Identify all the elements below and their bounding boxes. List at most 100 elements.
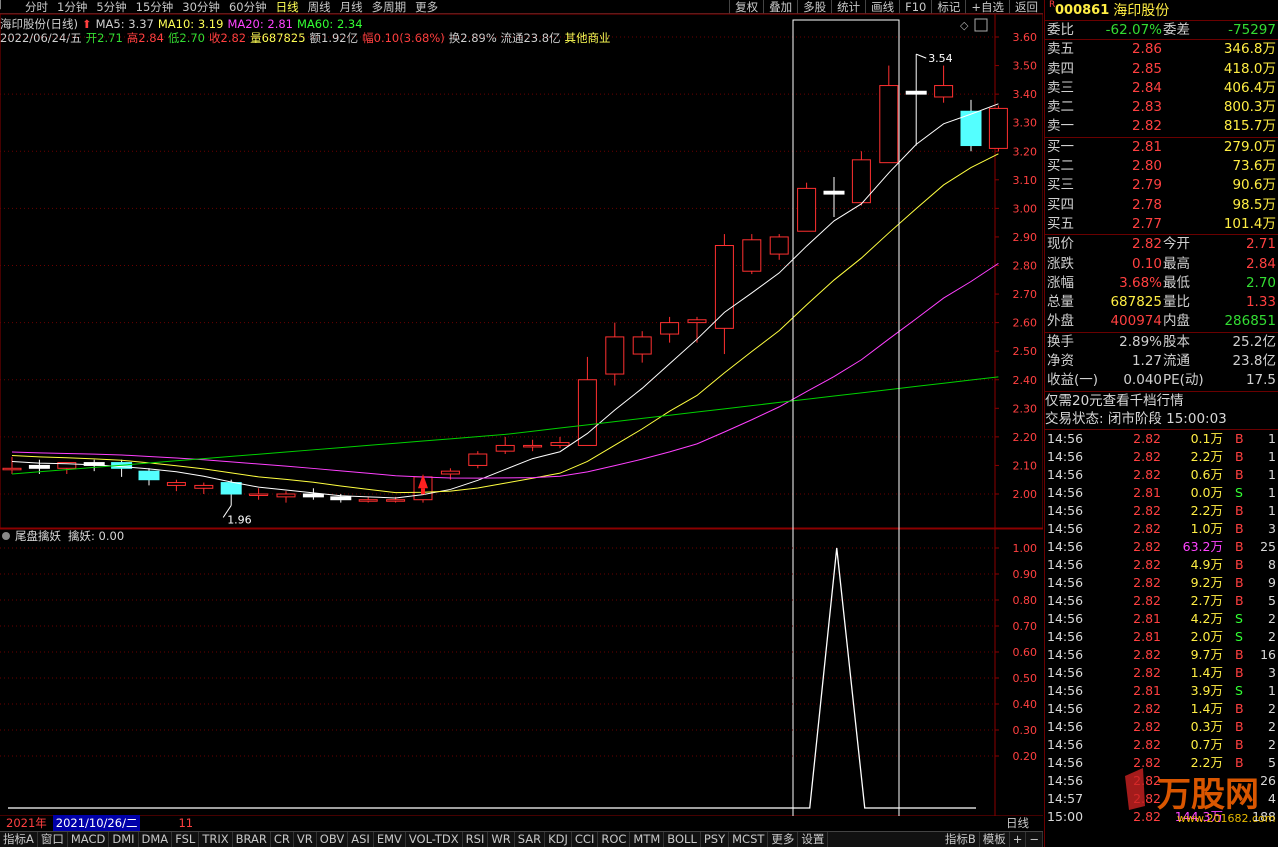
tick-volume: 63.2万 bbox=[1182, 539, 1223, 555]
indicator-tab[interactable]: SAR bbox=[515, 832, 546, 847]
candle-body-up[interactable] bbox=[879, 85, 899, 164]
tick-row: 14:56 2.82 4.9万 B 8 bbox=[1045, 556, 1278, 574]
candle-body-up[interactable] bbox=[687, 319, 707, 324]
bids-row[interactable]: 买三 2.79 90.6万 bbox=[1045, 176, 1278, 195]
indicator-tab[interactable]: BRAR bbox=[233, 832, 271, 847]
candle-body-up[interactable] bbox=[797, 187, 817, 232]
diamond-icon[interactable]: ◇ bbox=[960, 19, 969, 32]
indicator-tab[interactable]: FSL bbox=[172, 832, 200, 847]
candle-body-up[interactable] bbox=[632, 336, 652, 355]
indicator-tab[interactable]: EMV bbox=[374, 832, 406, 847]
candle-body-up[interactable] bbox=[166, 482, 186, 486]
candle-body-up[interactable] bbox=[249, 493, 269, 496]
indicator-tab[interactable]: CCI bbox=[572, 832, 599, 847]
asks-row[interactable]: 卖二 2.83 800.3万 bbox=[1045, 98, 1278, 117]
asks-row[interactable]: 卖五 2.86 346.8万 bbox=[1045, 40, 1278, 59]
high-marker-line bbox=[916, 53, 927, 59]
bids-row[interactable]: 买一 2.81 279.0万 bbox=[1045, 138, 1278, 157]
stat-value: 2.89% bbox=[1119, 333, 1162, 350]
candle-body-up[interactable] bbox=[386, 499, 406, 502]
indicator-tab[interactable]: KDJ bbox=[545, 832, 572, 847]
candle-body-up[interactable] bbox=[440, 470, 460, 475]
candle-body-up[interactable] bbox=[934, 85, 954, 98]
candle-body-up[interactable] bbox=[769, 236, 789, 255]
bids-row[interactable]: 买五 2.77 101.4万 bbox=[1045, 215, 1278, 234]
bids-row[interactable]: 买四 2.78 98.5万 bbox=[1045, 196, 1278, 215]
bids-price: 2.79 bbox=[1131, 177, 1162, 194]
candle-body-up[interactable] bbox=[2, 467, 22, 471]
indicator-tab[interactable]: WR bbox=[488, 832, 515, 847]
candle-body-up[interactable] bbox=[742, 239, 762, 272]
indicator-tab[interactable]: 窗口 bbox=[38, 832, 68, 847]
indicator-tab[interactable]: MCST bbox=[729, 832, 769, 847]
indicator-tab[interactable]: BOLL bbox=[664, 832, 701, 847]
candle-body-down[interactable] bbox=[905, 90, 927, 95]
tick-time: 14:56 bbox=[1047, 575, 1084, 591]
candle-body-down[interactable] bbox=[138, 470, 160, 481]
candle-body-up[interactable] bbox=[495, 444, 515, 452]
candle-body-down[interactable] bbox=[28, 464, 50, 469]
indicator-tab[interactable]: PSY bbox=[701, 832, 730, 847]
candle-body-up[interactable] bbox=[276, 493, 296, 498]
asks-volume: 346.8万 bbox=[1223, 41, 1276, 58]
tick-count: 2 bbox=[1268, 701, 1276, 717]
indicator-name[interactable]: 尾盘擒妖 bbox=[15, 529, 61, 543]
indicator-tab[interactable]: CR bbox=[271, 832, 294, 847]
candle-body-down[interactable] bbox=[823, 190, 845, 195]
asks-row[interactable]: 卖四 2.85 418.0万 bbox=[1045, 60, 1278, 79]
indicator-tab[interactable]: ASI bbox=[348, 832, 374, 847]
tick-count: 8 bbox=[1268, 557, 1276, 573]
kline-chart[interactable]: 3.60 3.50 3.40 3.30 3.20 3.10 3.00 2.90 2.80 2.70… bbox=[0, 0, 1043, 816]
price-tick-label: 2.90 bbox=[1013, 231, 1038, 244]
candle-body-down[interactable] bbox=[302, 493, 324, 498]
ma60-line bbox=[11, 376, 999, 475]
tick-direction: S bbox=[1235, 611, 1243, 627]
indicator-toggle-icon[interactable] bbox=[2, 532, 10, 540]
candle-body-up[interactable] bbox=[358, 499, 378, 502]
candle-body-up[interactable] bbox=[468, 453, 488, 466]
promo-link[interactable]: 仅需20元查看千档行情 bbox=[1045, 390, 1278, 410]
tick-time: 14:56 bbox=[1047, 521, 1084, 537]
indicator-tab[interactable]: RSI bbox=[463, 832, 489, 847]
weicha-label: 委差 bbox=[1163, 22, 1190, 38]
indicator-tab[interactable]: VR bbox=[294, 832, 317, 847]
indicator-tab[interactable]: TRIX bbox=[199, 832, 233, 847]
candle-body-down[interactable] bbox=[330, 496, 352, 501]
candle-body-up[interactable] bbox=[550, 442, 570, 446]
candle-body-up[interactable] bbox=[660, 322, 680, 335]
tick-direction: B bbox=[1235, 503, 1244, 519]
candle-body-up[interactable] bbox=[714, 245, 734, 329]
bids-row[interactable]: 买二 2.80 73.6万 bbox=[1045, 157, 1278, 176]
indicator-tab-right[interactable]: + bbox=[1010, 832, 1027, 847]
indicator-tab[interactable]: VOL-TDX bbox=[406, 832, 463, 847]
price-tick-label: 2.00 bbox=[1013, 488, 1038, 501]
indicator-tab[interactable]: DMA bbox=[139, 832, 173, 847]
price-tick-label: 2.60 bbox=[1013, 317, 1038, 330]
watermark-logo: 万股网 www.201682.com bbox=[1085, 766, 1278, 828]
indicator-tab[interactable]: MACD bbox=[68, 832, 110, 847]
maximize-icon[interactable] bbox=[974, 18, 988, 32]
indicator-tab[interactable]: 设置 bbox=[798, 832, 829, 847]
indicator-tab[interactable]: 更多 bbox=[768, 832, 799, 847]
indicator-tab-right[interactable]: 模板 bbox=[980, 832, 1010, 847]
indicator-tab[interactable]: 指标A bbox=[0, 832, 38, 847]
stock-name: 海印股份 bbox=[1113, 3, 1170, 19]
candle-body-up[interactable] bbox=[194, 484, 214, 489]
year-label: 2021年 bbox=[6, 816, 47, 830]
tick-volume: 9.2万 bbox=[1190, 575, 1223, 591]
asks-row[interactable]: 卖三 2.84 406.4万 bbox=[1045, 79, 1278, 98]
candle-body-up[interactable] bbox=[988, 107, 1008, 149]
indicator-tab[interactable]: MTM bbox=[630, 832, 665, 847]
indicator-tab-right[interactable]: 指标B bbox=[942, 832, 980, 847]
candle-body-up[interactable] bbox=[605, 336, 625, 375]
asks-row[interactable]: 卖一 2.82 815.7万 bbox=[1045, 117, 1278, 136]
candle-body-up[interactable] bbox=[577, 379, 597, 446]
indicator-tab-right[interactable]: − bbox=[1026, 832, 1043, 847]
tick-volume: 1.4万 bbox=[1190, 701, 1223, 717]
indicator-tab[interactable]: ROC bbox=[598, 832, 631, 847]
candle-body-up[interactable] bbox=[523, 444, 543, 448]
candle-body-down[interactable] bbox=[220, 482, 242, 495]
indicator-tab[interactable]: OBV bbox=[317, 832, 349, 847]
tick-row: 14:56 2.82 2.2万 B 1 bbox=[1045, 448, 1278, 466]
indicator-tab[interactable]: DMI bbox=[109, 832, 139, 847]
